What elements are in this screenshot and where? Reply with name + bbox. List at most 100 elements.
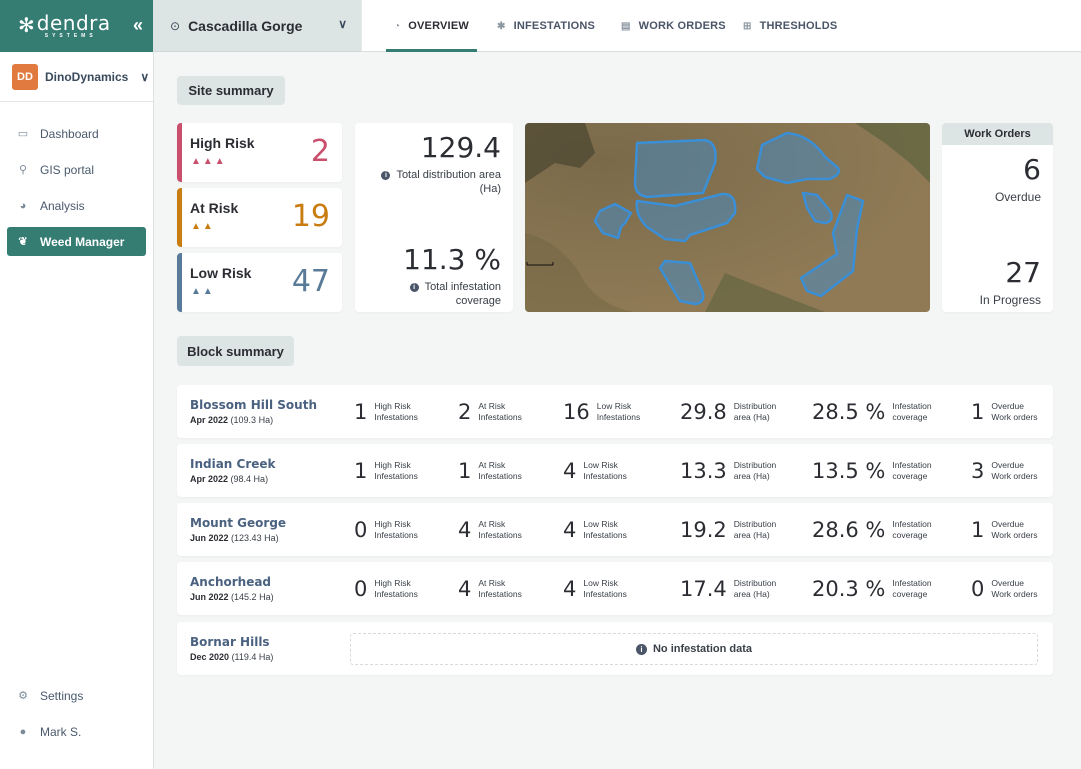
metric-coverage: 20.3 % Infestation coverage (812, 562, 962, 615)
metric-value: 13.5 % (812, 458, 886, 483)
metric-area: 19.2 Distribution area (Ha) (680, 503, 804, 556)
area-coverage-card: 129.4 i Total distribution area (Ha) 11.3… (355, 123, 513, 312)
logo-subtitle: SYSTEMS (44, 33, 97, 39)
block-date: Jun 2022 (145.2 Ha) (190, 592, 274, 602)
metric-overdue: 1 Overdue Work orders (971, 503, 1061, 556)
chevron-down-icon[interactable]: ∨ (140, 70, 149, 84)
block-name[interactable]: Mount George (190, 516, 286, 530)
metric-at: 2 At Risk Infestations (458, 385, 548, 438)
brand-header: ✻ dendra SYSTEMS « (0, 0, 153, 52)
sidebar: ✻ dendra SYSTEMS « DD DinoDynamics ∨ ▭ D… (0, 0, 154, 769)
metric-label: High Risk Infestations (374, 400, 418, 422)
site-name: Cascadilla Gorge (188, 17, 303, 34)
metric-value: 19.2 (680, 517, 727, 542)
metric-high: 1 High Risk Infestations (354, 385, 444, 438)
sidebar-item-label: Weed Manager (40, 234, 125, 249)
metric-coverage: 28.5 % Infestation coverage (812, 385, 962, 438)
at-risk-card[interactable]: At Risk ▲▲ 19 (177, 188, 342, 247)
in-progress-count: 27 (1005, 256, 1041, 289)
tab-overview[interactable]: ◔ OVERVIEW (386, 0, 477, 52)
block-name[interactable]: Indian Creek (190, 457, 276, 471)
sidebar-item-user[interactable]: ● Mark S. (7, 717, 146, 746)
in-progress-label: In Progress (979, 293, 1041, 307)
metric-value: 1 (354, 458, 368, 483)
logo-wordmark: dendra (36, 11, 111, 35)
sidebar-item-settings[interactable]: ⚙ Settings (7, 681, 146, 710)
location-pin-icon: ⊙ (170, 18, 181, 33)
infestation-polygon[interactable] (633, 138, 717, 199)
tab-infestations[interactable]: ✱ INFESTATIONS (497, 0, 595, 52)
bug-icon: ✱ (497, 20, 506, 32)
metric-label: Distribution area (Ha) (733, 400, 777, 422)
risk-count: 19 (291, 199, 330, 234)
info-icon[interactable]: i (409, 283, 419, 292)
block-name[interactable]: Bornar Hills (190, 635, 270, 649)
metric-label: Distribution area (Ha) (733, 577, 777, 599)
block-row[interactable]: Mount George Jun 2022 (123.43 Ha) 0 High Ri… (177, 503, 1053, 556)
sidebar-item-dashboard[interactable]: ▭ Dashboard (7, 119, 146, 148)
main-nav: ▭ Dashboard ⚲ GIS portal ◕ Analysis ❦ We… (0, 119, 153, 256)
tab-work-orders[interactable]: ▤ WORK ORDERS (621, 0, 726, 52)
weed-icon: ❦ (18, 236, 28, 248)
metric-value: 20.3 % (812, 576, 886, 601)
metric-area: 29.8 Distribution area (Ha) (680, 385, 804, 438)
map-canvas (525, 123, 930, 312)
low-risk-card[interactable]: Low Risk ▲▲ 47 (177, 253, 342, 312)
metric-label: Low Risk Infestations (583, 459, 627, 481)
block-name[interactable]: Anchorhead (190, 575, 271, 589)
block-row[interactable]: Blossom Hill South Apr 2022 (109.3 Ha) 1 Hi… (177, 385, 1053, 438)
metric-area: 17.4 Distribution area (Ha) (680, 562, 804, 615)
work-orders-card[interactable]: Work Orders 6 Overdue 27 In Progress (942, 123, 1053, 312)
snowflake-logo-icon: ✻ (18, 15, 35, 37)
block-row[interactable]: Bornar Hills Dec 2020 (119.4 Ha) i No infes… (177, 622, 1053, 675)
metric-label: Overdue Work orders (991, 400, 1038, 422)
block-row[interactable]: Anchorhead Jun 2022 (145.2 Ha) 0 High Risk I… (177, 562, 1053, 615)
metric-low: 4 Low Risk Infestations (563, 562, 653, 615)
sidebar-item-label: Settings (40, 688, 84, 703)
total-infestation-coverage-label: i Total infestation coverage (409, 280, 501, 308)
tab-thresholds[interactable]: ⊞ THRESHOLDS (743, 0, 837, 52)
block-date: Dec 2020 (119.4 Ha) (190, 652, 274, 662)
block-row[interactable]: Indian Creek Apr 2022 (98.4 Ha) 1 High Risk… (177, 444, 1053, 497)
sidebar-item-weed-manager[interactable]: ❦ Weed Manager (7, 227, 146, 256)
chevron-down-icon[interactable]: ∨ (338, 17, 347, 31)
tab-label: THRESHOLDS (759, 20, 838, 32)
block-date: Apr 2022 (109.3 Ha) (190, 415, 274, 425)
metric-label: At Risk Infestations (478, 459, 522, 481)
sidebar-item-gis-portal[interactable]: ⚲ GIS portal (7, 155, 146, 184)
metric-coverage: 28.6 % Infestation coverage (812, 503, 962, 556)
risk-count: 2 (310, 134, 330, 169)
metric-label: At Risk Infestations (478, 518, 522, 540)
risk-label: Low Risk (190, 265, 252, 281)
metric-label: At Risk Infestations (478, 577, 522, 599)
overdue-count: 6 (1023, 153, 1041, 186)
metric-label: Infestation coverage (892, 400, 932, 422)
block-name[interactable]: Blossom Hill South (190, 398, 317, 412)
metric-value: 4 (458, 576, 472, 601)
info-icon[interactable]: i (381, 171, 391, 180)
metric-value: 1 (971, 399, 985, 424)
overdue-label: Overdue (994, 190, 1041, 204)
satellite-map[interactable] (525, 123, 930, 312)
user-icon: ● (19, 725, 27, 738)
pie-chart-icon: ◕ (19, 199, 27, 212)
high-risk-card[interactable]: High Risk ▲▲▲ 2 (177, 123, 342, 182)
tab-label: INFESTATIONS (513, 20, 596, 32)
collapse-sidebar-icon[interactable]: « (133, 15, 143, 36)
risk-label: At Risk (190, 200, 239, 216)
dendra-logo[interactable]: ✻ dendra SYSTEMS (18, 13, 111, 39)
metric-value: 29.8 (680, 399, 727, 424)
metric-label: Infestation coverage (892, 577, 932, 599)
map-pin-icon: ⚲ (18, 164, 28, 176)
site-summary-heading: Site summary (177, 76, 285, 105)
sidebar-item-analysis[interactable]: ◕ Analysis (7, 191, 146, 220)
block-date: Apr 2022 (98.4 Ha) (190, 474, 269, 484)
metric-label: High Risk Infestations (374, 459, 418, 481)
warning-triangles-icon: ▲▲▲ (191, 156, 227, 167)
metric-label: At Risk Infestations (478, 400, 522, 422)
metric-value: 28.5 % (812, 399, 886, 424)
metric-low: 4 Low Risk Infestations (563, 503, 653, 556)
site-selector[interactable]: ⊙ Cascadilla Gorge ∨ (154, 0, 361, 52)
org-switcher[interactable]: DD DinoDynamics ∨ (0, 52, 153, 102)
warning-triangles-icon: ▲▲ (191, 286, 215, 297)
